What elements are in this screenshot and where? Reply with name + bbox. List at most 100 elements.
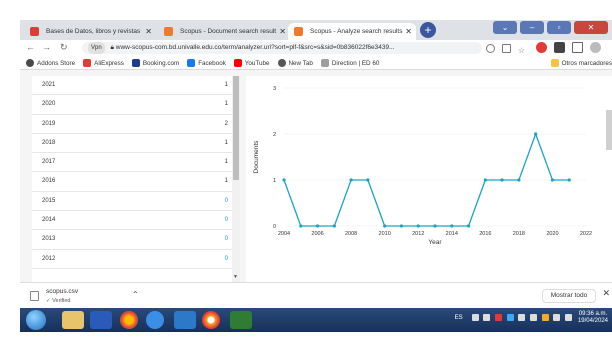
chrome-icon[interactable] [120,311,138,329]
extensions-puzzle-icon[interactable] [553,42,565,53]
year-row[interactable]: 2012 0 [32,250,232,269]
year-row[interactable]: 2013 0 [32,230,232,250]
data-point [299,224,303,228]
page-content: 2021 1 2020 1 2019 2 2018 1 2017 1 2016 1 2015 0 2014 0… [20,70,612,282]
year-row[interactable]: 2018 1 [32,134,232,154]
download-filename[interactable]: scopus.csv [46,288,78,295]
start-button-icon[interactable] [26,310,46,330]
taskbar-clock[interactable]: 09:36 a.m. 19/04/2024 [578,311,608,325]
y-tick-label: 3 [273,86,276,92]
close-tab-icon[interactable]: ✕ [279,23,286,40]
year-row[interactable]: 2017 1 [32,153,232,173]
data-point [483,178,487,182]
bookmark-aliexpress[interactable]: AliExpress [83,56,124,70]
tray-bluetooth-icon[interactable] [483,314,491,322]
year-count: 0 [224,236,228,243]
tab-scopus-document-search[interactable]: Scopus - Document search result ✕ [158,23,290,40]
bookmark-facebook[interactable]: Facebook [187,56,226,70]
reload-icon[interactable]: ↻ [60,42,68,53]
tray-notes-icon[interactable] [471,314,479,322]
close-tab-icon[interactable]: ✕ [405,23,412,40]
year-label: 2015 [42,197,56,204]
tab-search-icon[interactable]: ⌄ [493,21,518,34]
year-label: 2021 [42,82,56,88]
y-tick-label: 2 [273,132,276,138]
edge-icon[interactable] [146,311,164,329]
tray-icons [469,314,573,322]
clock-time: 09:36 a.m. [578,311,608,317]
bookmark-youtube[interactable]: YouTube [233,56,270,70]
direction-icon [320,59,329,67]
show-all-button[interactable]: Mostrar todo [542,289,596,303]
tray-cloud-icon[interactable] [518,314,526,322]
year-row[interactable]: 2016 1 [32,172,232,192]
new-tab-button[interactable]: + [420,22,436,38]
minimize-icon[interactable]: – [520,21,545,34]
vpn-badge[interactable]: Vpn [88,42,105,54]
data-point [466,224,471,228]
data-point [416,224,420,228]
year-count: 1 [224,82,228,88]
data-point [366,178,370,182]
tray-security-icon[interactable] [506,314,514,322]
chevron-up-icon[interactable]: ⌃ [132,290,139,299]
close-downloads-icon[interactable]: ✕ [602,288,610,299]
outlook-icon[interactable] [174,311,196,329]
profile-avatar-icon[interactable] [589,42,601,53]
maximize-icon[interactable]: ▫ [547,21,572,34]
url-input[interactable]: Vpn 🔒︎ www-scopus-com.bd.univalle.edu.co… [82,42,482,54]
tray-app-icon[interactable] [494,314,502,322]
close-tab-icon[interactable]: ✕ [145,23,152,40]
bookmark-addons-store[interactable]: Addons Store [26,56,75,70]
app-launcher-icon[interactable] [230,311,252,329]
close-window-icon[interactable]: ✕ [574,21,608,34]
language-indicator[interactable]: ES [455,315,463,321]
scroll-down-icon[interactable]: ▼ [233,274,238,280]
browser-app-icon[interactable] [202,311,220,329]
tray-warning-icon[interactable] [541,314,549,322]
tab-bases-de-datos[interactable]: Bases de Datos, libros y revistas ✕ [24,23,156,40]
year-row[interactable]: 2014 0 [32,211,232,231]
tab-scopus-analyze[interactable]: Scopus - Analyze search results ✕ [288,23,416,40]
year-label: 2018 [42,139,56,146]
address-bar: ← → ↻ Vpn 🔒︎ www-scopus-com.bd.univalle.… [20,40,612,70]
share-icon[interactable] [501,44,511,53]
download-status: ✓ Verified [46,298,71,304]
year-row[interactable]: 2020 1 [32,95,232,115]
sidepanel-icon[interactable] [571,42,583,53]
tray-volume-icon[interactable] [565,314,573,322]
word-icon[interactable] [90,311,112,329]
y-axis-label: Documents [253,140,260,174]
x-tick-label: 2008 [345,231,357,237]
downloads-bar: scopus.csv ✓ Verified ⌃ Mostrar todo ✕ [20,282,612,308]
year-label: 2017 [42,159,56,166]
scrollbar-thumb[interactable] [233,76,239,180]
documents-by-year-chart: 0 1 2 3 2004 2006 2008 2010 2012 2014 2016 2018 2020… [246,76,612,282]
tab-strip: Bases de Datos, libros y revistas ✕ Scop… [20,20,612,40]
data-point [383,224,387,228]
page-scrollbar[interactable] [606,110,612,150]
year-row[interactable]: 2019 2 [32,115,232,134]
year-row[interactable]: 2021 1 [32,76,232,96]
year-count: 0 [224,217,228,224]
line-chart-svg: 0 1 2 3 2004 2006 2008 2010 2012 2014 2016 2018 2020… [253,86,592,246]
tray-flag-icon[interactable] [530,314,537,322]
forward-icon[interactable]: → [42,42,51,52]
file-explorer-icon[interactable] [62,311,84,329]
system-tray: ES 09:36 a.m. 19/04/2024 [451,311,608,329]
youtube-icon [233,59,242,67]
x-tick-label: 2016 [479,231,491,237]
bookmark-new-tab[interactable]: New Tab [277,56,313,70]
addons-icon [26,59,34,67]
tray-network-icon[interactable] [553,314,561,322]
bookmark-direction[interactable]: Direction | ED 60 [320,56,379,70]
bookmark-booking[interactable]: Booking.com [131,56,179,70]
zoom-icon[interactable] [486,44,495,53]
other-bookmarks[interactable]: Otros marcadores [550,56,612,70]
year-list-scrollbar[interactable]: ▼ [232,76,240,282]
year-row[interactable]: 2015 0 [32,192,232,212]
extension-shield-icon[interactable] [535,42,547,53]
back-icon[interactable]: ← [26,42,35,52]
globe-icon [277,59,286,67]
taskbar: ES 09:36 a.m. 19/04/2024 [20,308,612,332]
